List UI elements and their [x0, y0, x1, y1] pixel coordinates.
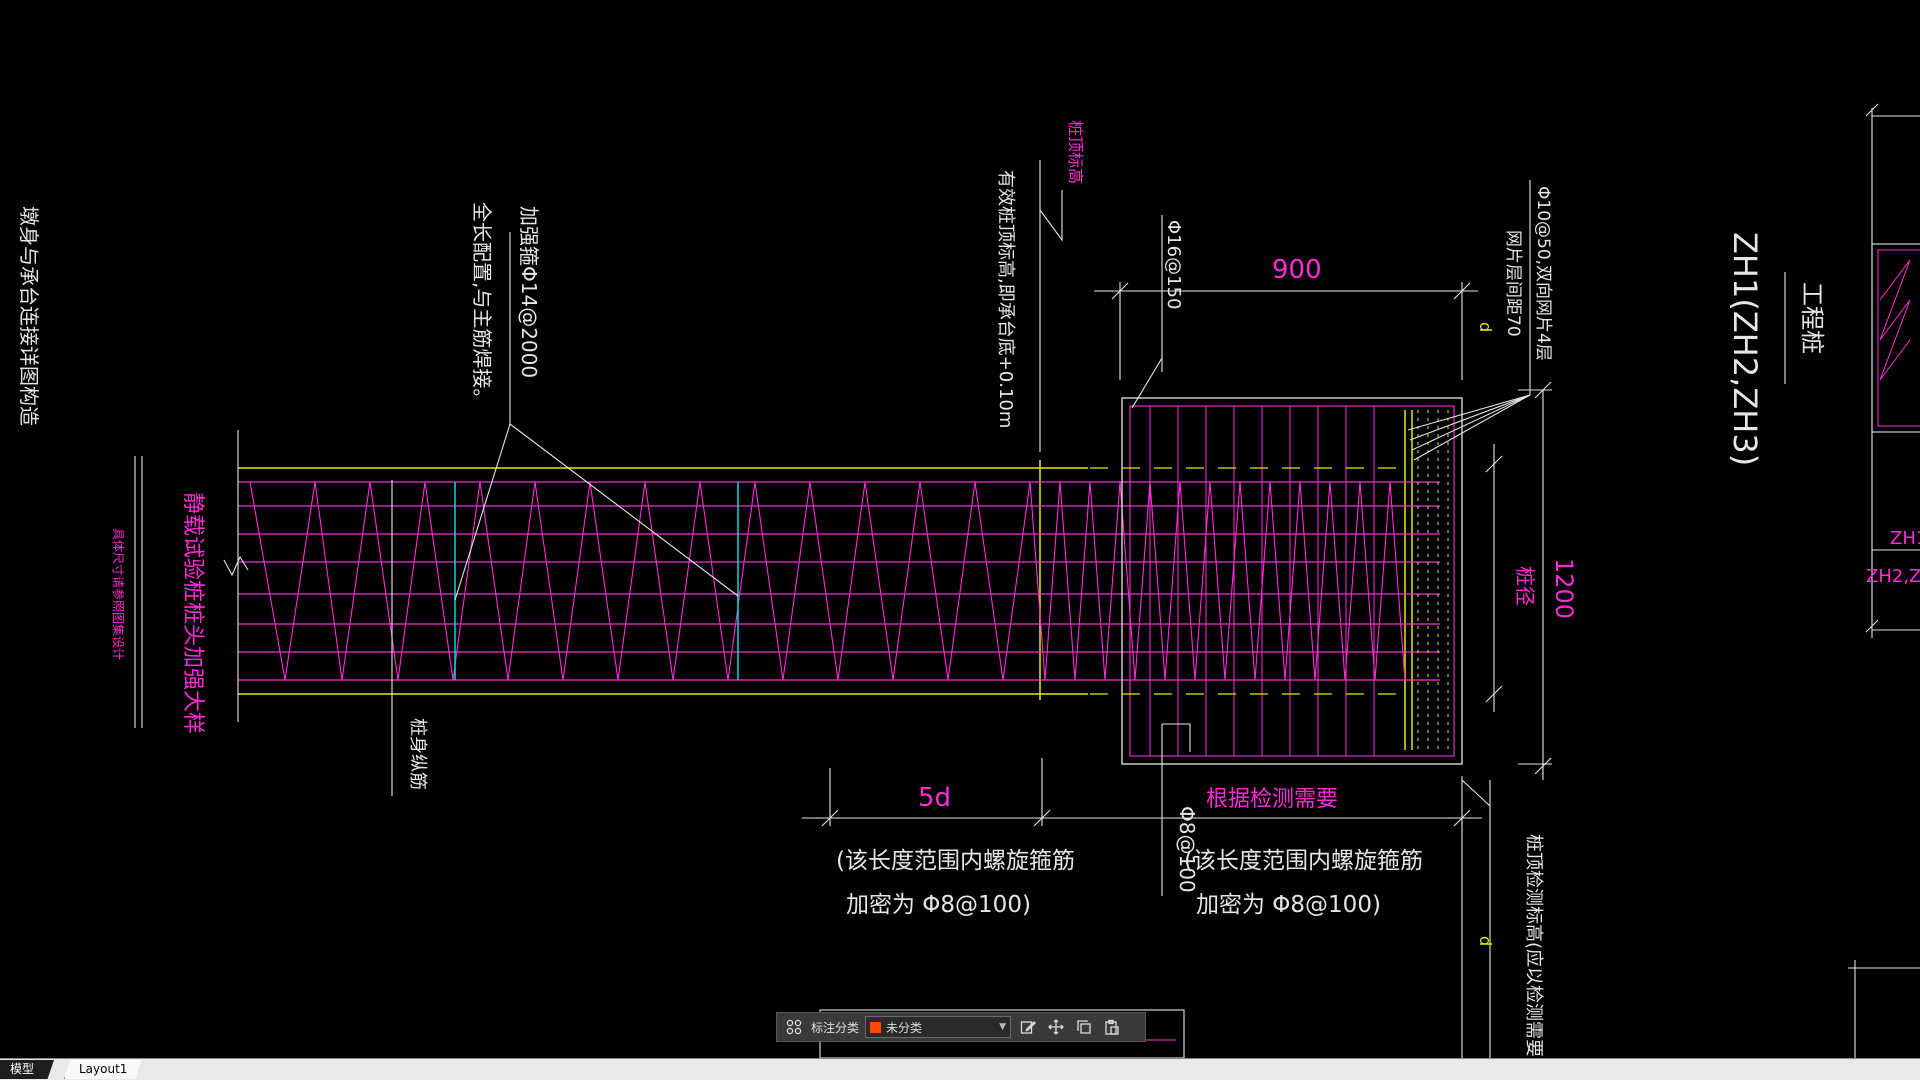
drawing-title: ZH1(ZH2,ZH3) — [1726, 232, 1764, 466]
label-phi10-1: Φ10@50,双向网片4层 — [1533, 186, 1553, 361]
label-zhuangjing: 桩径 — [1513, 566, 1537, 606]
dim-1200: 1200 — [1550, 558, 1578, 619]
label-jiaqiang: 加强箍Φ14@2000 — [517, 206, 541, 378]
label-genju: 根据检测需要 — [1206, 787, 1338, 812]
right-partial-detail — [1871, 243, 1920, 433]
note-left-line1: (该长度范围内螺旋箍筋 — [836, 848, 1075, 874]
label-phi16: Φ16@150 — [1163, 220, 1184, 309]
dim-5d: 5d — [918, 783, 951, 813]
tab-layout1[interactable]: Layout1 — [64, 1060, 142, 1079]
category-color-swatch — [870, 1021, 882, 1033]
category-value: 未分类 — [886, 1020, 923, 1035]
label-zhuangding-jiance: 桩顶检测标高(应以检测需要为准) — [1523, 834, 1544, 1058]
label-gongcheng: 工程桩 — [1798, 282, 1826, 354]
dim-d-top: d — [1476, 322, 1495, 332]
label-youxiao-zhuangding: 有效桩顶标高,即承台底+0.10m — [995, 170, 1016, 428]
chevron-down-icon: ▼ — [999, 1022, 1007, 1032]
annotation-toolbar: 标注分类 未分类 ▼ — [776, 1012, 1146, 1042]
pile-outline — [238, 410, 1413, 750]
edit-icon[interactable] — [1017, 1016, 1039, 1038]
cad-drawing-canvas[interactable]: 加强箍Φ14@2000 全长配置,与主筋焊接。 桩顶标高 有效桩顶标高,即承台底… — [0, 0, 1920, 1058]
spiral-stirrup — [249, 481, 1406, 681]
category-dropdown[interactable]: 未分类 ▼ — [865, 1016, 1012, 1038]
grid-icon[interactable] — [783, 1016, 805, 1038]
label-jingzai-2: 具体尺寸请参照图集设计 — [111, 528, 126, 660]
move-icon[interactable] — [1045, 1016, 1067, 1038]
tab-model[interactable]: 模型 — [0, 1060, 55, 1079]
label-jingzai-1: 静载试验桩桩头加强大样 — [180, 492, 205, 734]
note-left-line2: 加密为 Φ8@100) — [846, 892, 1031, 918]
label-far-left: 墩身与承台连接详图构造 — [17, 206, 41, 426]
note-right-line1: (该长度范围内螺旋箍筋 — [1184, 848, 1423, 874]
category-label: 标注分类 — [811, 1020, 860, 1035]
copy-icon[interactable] — [1073, 1016, 1095, 1038]
pile-cap — [1090, 397, 1463, 765]
label-quanchang: 全长配置,与主筋焊接。 — [470, 202, 494, 408]
longitudinal-rebars — [238, 481, 1440, 681]
label-zhuangshen: 桩身纵筋 — [407, 718, 428, 790]
label-phi10-2: 网片层间距70 — [1503, 230, 1523, 337]
note-right-line2: 加密为 Φ8@100) — [1196, 892, 1381, 918]
label-zhuangding-biaogao: 桩顶标高 — [1066, 120, 1085, 184]
dim-d-bottom: d — [1476, 936, 1495, 946]
label-zh1-right: ZH1 — [1890, 528, 1920, 549]
label-zh2-right: ZH2,ZH — [1866, 566, 1920, 587]
paste-icon[interactable] — [1101, 1016, 1123, 1038]
dim-900: 900 — [1272, 255, 1322, 285]
layout-tab-bar: 模型 Layout1 — [0, 1058, 1920, 1080]
